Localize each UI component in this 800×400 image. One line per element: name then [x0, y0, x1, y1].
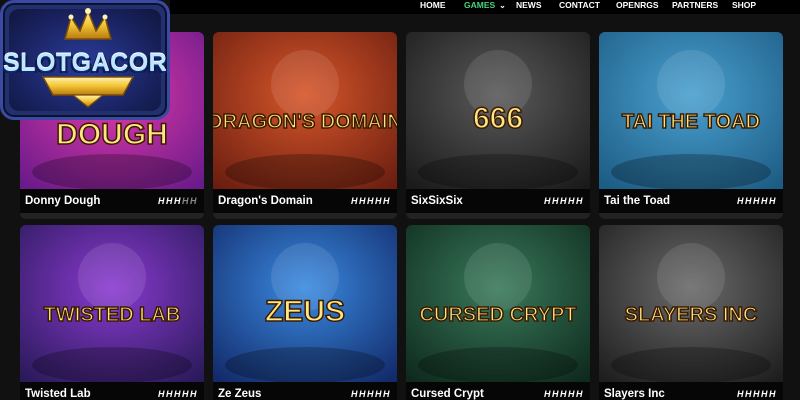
- volatility-rating: HHHHH: [158, 389, 198, 399]
- game-label-bar: Twisted Lab HHHHH: [20, 382, 204, 400]
- game-title[interactable]: Tai the Toad: [604, 195, 670, 207]
- volatility-rating: HHHHH: [544, 196, 584, 206]
- game-card[interactable]: ZEUS Ze Zeus HHHHH: [213, 225, 397, 400]
- svg-text:TWISTED LAB: TWISTED LAB: [44, 304, 181, 326]
- logo-text: SLOTGACOR: [3, 49, 168, 77]
- game-thumbnail[interactable]: DRAGON'S DOMAIN: [213, 32, 397, 194]
- game-card[interactable]: TAI THE TOAD Tai the Toad HHHHH: [599, 32, 783, 219]
- game-label-bar: Tai the Toad HHHHH: [599, 189, 783, 213]
- game-label-bar: SixSixSix HHHHH: [406, 189, 590, 213]
- game-card[interactable]: CURSED CRYPT Cursed Crypt HHHHH: [406, 225, 590, 400]
- svg-text:TAI THE TOAD: TAI THE TOAD: [622, 111, 760, 133]
- game-title[interactable]: Ze Zeus: [218, 388, 261, 400]
- svg-text:SLAYERS INC: SLAYERS INC: [625, 304, 758, 326]
- svg-text:DRAGON'S DOMAIN: DRAGON'S DOMAIN: [213, 111, 397, 133]
- volatility-rating: HHHHH: [158, 196, 198, 206]
- game-card[interactable]: SLAYERS INC Slayers Inc HHHHH: [599, 225, 783, 400]
- svg-text:666: 666: [473, 102, 523, 135]
- game-label-bar: Donny Dough HHHHH: [20, 189, 204, 213]
- game-title[interactable]: Cursed Crypt: [411, 388, 484, 400]
- game-label-bar: Dragon's Domain HHHHH: [213, 189, 397, 213]
- game-thumbnail[interactable]: SLAYERS INC: [599, 225, 783, 387]
- game-thumbnail[interactable]: TWISTED LAB: [20, 225, 204, 387]
- volatility-rating: HHHHH: [544, 389, 584, 399]
- svg-text:DOUGH: DOUGH: [56, 118, 168, 151]
- game-title[interactable]: Donny Dough: [25, 195, 100, 207]
- game-card[interactable]: TWISTED LAB Twisted Lab HHHHH: [20, 225, 204, 400]
- game-card[interactable]: 666 SixSixSix HHHHH: [406, 32, 590, 219]
- game-title[interactable]: Dragon's Domain: [218, 195, 313, 207]
- game-thumbnail[interactable]: TAI THE TOAD: [599, 32, 783, 194]
- game-title[interactable]: SixSixSix: [411, 195, 463, 207]
- svg-text:ZEUS: ZEUS: [265, 295, 345, 328]
- site-logo[interactable]: SLOTGACOR: [0, 0, 170, 120]
- svg-text:CURSED CRYPT: CURSED CRYPT: [419, 304, 576, 326]
- game-title[interactable]: Twisted Lab: [25, 388, 91, 400]
- volatility-rating: HHHHH: [351, 389, 391, 399]
- game-thumbnail[interactable]: 666: [406, 32, 590, 194]
- volatility-rating: HHHHH: [351, 196, 391, 206]
- game-label-bar: Ze Zeus HHHHH: [213, 382, 397, 400]
- game-label-bar: Slayers Inc HHHHH: [599, 382, 783, 400]
- game-card[interactable]: DRAGON'S DOMAIN Dragon's Domain HHHHH: [213, 32, 397, 219]
- volatility-rating: HHHHH: [737, 196, 777, 206]
- game-thumbnail[interactable]: ZEUS: [213, 225, 397, 387]
- game-label-bar: Cursed Crypt HHHHH: [406, 382, 590, 400]
- volatility-rating: HHHHH: [737, 389, 777, 399]
- game-title[interactable]: Slayers Inc: [604, 388, 665, 400]
- game-thumbnail[interactable]: CURSED CRYPT: [406, 225, 590, 387]
